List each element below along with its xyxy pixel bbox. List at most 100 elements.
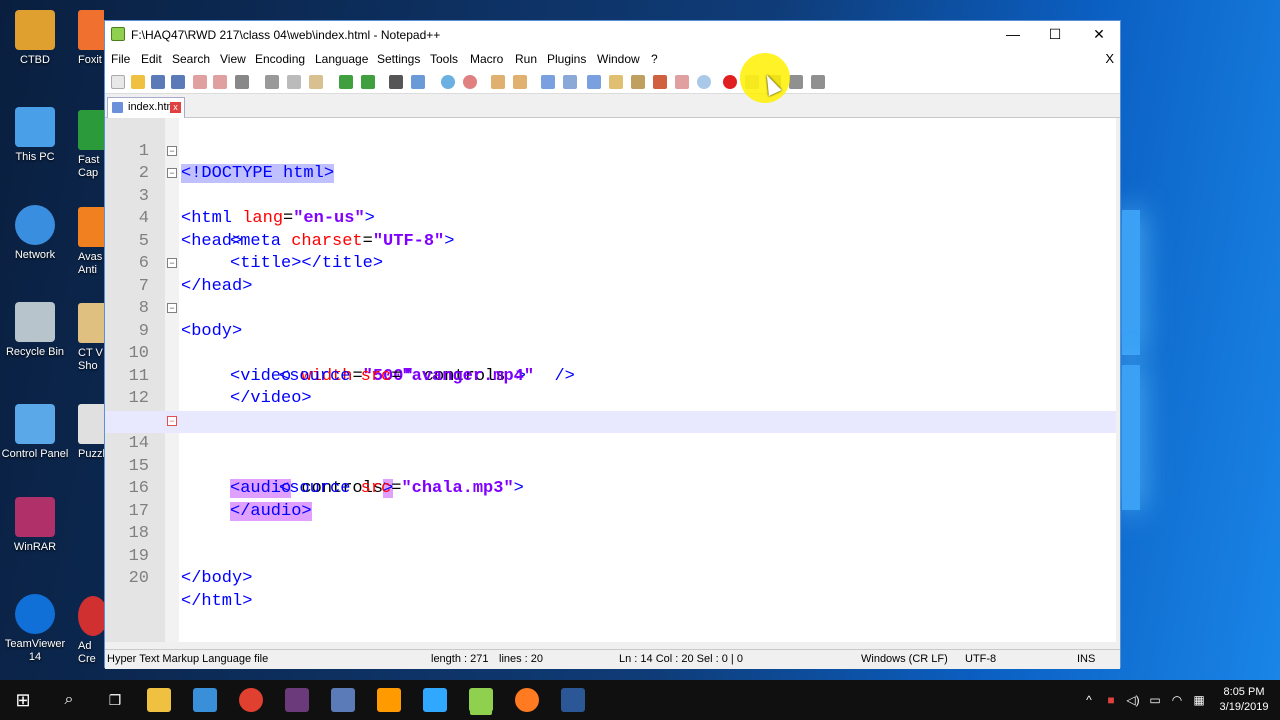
indent-guide-icon[interactable] (587, 75, 601, 89)
minimize-button[interactable]: — (991, 21, 1035, 48)
system-clock[interactable]: 8:05 PM 3/19/2019 (1214, 685, 1274, 715)
code-line-current[interactable]: 14 − <audio controls> (105, 410, 1116, 498)
open-file-icon[interactable] (131, 75, 145, 89)
code-line[interactable]: 4 <meta charset="UTF-8"> (105, 186, 1116, 251)
code-line[interactable]: 19 </body> (105, 523, 1116, 589)
word-icon[interactable] (561, 688, 585, 712)
menu-encoding[interactable]: Encoding (255, 52, 305, 66)
code-line[interactable]: 17 (105, 478, 1116, 521)
copy-icon[interactable] (287, 75, 301, 89)
tab-close-icon[interactable]: x (170, 102, 181, 113)
code-line[interactable]: 12 (105, 366, 1116, 408)
new-file-icon[interactable] (111, 75, 125, 89)
menu-edit[interactable]: Edit (141, 52, 162, 66)
maximize-button[interactable]: ☐ (1033, 21, 1077, 48)
menu-settings[interactable]: Settings (377, 52, 420, 66)
task-view-icon[interactable]: ❐ (100, 680, 130, 720)
zoom-out-icon[interactable] (463, 75, 477, 89)
code-line[interactable]: 5 <title></title> (105, 208, 1116, 274)
desktop-icon-teamviewer[interactable]: TeamViewer 14 (0, 594, 70, 664)
code-line[interactable]: 18 (105, 501, 1116, 543)
word-wrap-icon[interactable] (541, 75, 555, 89)
find-icon[interactable] (389, 75, 403, 89)
desktop-icon-control-panel[interactable]: Control Panel (0, 404, 70, 461)
fold-minus-icon[interactable]: − (167, 145, 177, 156)
fold-minus-icon[interactable]: − (167, 258, 177, 268)
run-macro-multiple-icon[interactable] (789, 75, 803, 89)
code-line[interactable]: 6 </head> (105, 231, 1116, 296)
sync-horizontal-icon[interactable] (513, 75, 527, 89)
code-editor[interactable]: 1 <!DOCTYPE html> 2 − <html lang="en-us"… (105, 118, 1116, 642)
code-line[interactable]: 7 − <body> (105, 253, 1116, 341)
menu-view[interactable]: View (220, 52, 246, 66)
desktop-icon-adobe-cc[interactable]: Ad Cre (78, 596, 104, 666)
menu-file[interactable]: File (111, 52, 130, 66)
monitoring-icon[interactable] (697, 75, 711, 89)
file-explorer-icon[interactable] (147, 688, 171, 712)
code-line[interactable]: 9 − <video width="500" controls > (105, 298, 1116, 386)
replace-icon[interactable] (411, 75, 425, 89)
code-line[interactable]: 16 </audio> (105, 456, 1116, 521)
paste-icon[interactable] (309, 75, 323, 89)
code-line[interactable]: 20 </html> (105, 546, 1116, 611)
desktop-icon-winrar[interactable]: WinRAR (0, 497, 70, 554)
desktop-icon-fastcap[interactable]: Fast Cap (78, 110, 104, 180)
fold-minus-icon[interactable]: − (167, 303, 177, 313)
fold-minus-icon[interactable]: − (167, 168, 177, 178)
photoshop-icon[interactable] (423, 688, 447, 712)
desktop-icon-avast[interactable]: Avas Anti (78, 207, 104, 277)
menu-language[interactable]: Language (315, 52, 368, 66)
desktop-icon-network[interactable]: Network (0, 205, 70, 262)
show-all-characters-icon[interactable] (563, 75, 577, 89)
chevron-up-icon[interactable]: ^ (1080, 680, 1098, 720)
code-line[interactable]: 1 <!DOCTYPE html> (105, 118, 1116, 183)
document-map-icon[interactable] (631, 75, 645, 89)
close-all-icon[interactable] (213, 75, 227, 89)
save-macro-icon[interactable] (811, 75, 825, 89)
record-macro-icon[interactable] (723, 75, 737, 89)
slack-icon[interactable] (285, 688, 309, 712)
menu-macro[interactable]: Macro (470, 52, 503, 66)
floppy-icon[interactable] (331, 688, 355, 712)
menu-run[interactable]: Run (515, 52, 537, 66)
sync-vertical-icon[interactable] (491, 75, 505, 89)
illustrator-icon[interactable] (377, 688, 401, 712)
close-document-button[interactable]: X (1105, 51, 1114, 66)
menu-tools[interactable]: Tools (430, 52, 458, 66)
close-button[interactable]: ✕ (1077, 21, 1121, 48)
menu-search[interactable]: Search (172, 52, 210, 66)
menu-window[interactable]: Window (597, 52, 640, 66)
antivirus-icon[interactable]: ■ (1102, 680, 1120, 720)
print-icon[interactable] (235, 75, 249, 89)
desktop-icon-puzzle[interactable]: Puzzl (78, 404, 104, 461)
zoom-in-icon[interactable] (441, 75, 455, 89)
folder-workspace-icon[interactable] (675, 75, 689, 89)
menu-plugins[interactable]: Plugins (547, 52, 586, 66)
chrome-icon[interactable] (239, 688, 263, 712)
code-line[interactable]: 3 − <head> (105, 163, 1116, 251)
function-list-icon[interactable] (653, 75, 667, 89)
battery-icon[interactable]: ▭ (1146, 680, 1164, 720)
fold-minus-icon[interactable]: − (167, 415, 177, 426)
desktop-icon-ctbd[interactable]: CTBD (0, 10, 70, 67)
tab-index-html[interactable]: index.html x (107, 97, 185, 118)
volume-icon[interactable]: ◁) (1124, 680, 1142, 720)
define-language-icon[interactable] (609, 75, 623, 89)
code-line[interactable]: 2 − <html lang="en-us"> (105, 141, 1116, 228)
save-icon[interactable] (151, 75, 165, 89)
code-line[interactable]: 8 (105, 276, 1116, 318)
code-line[interactable]: 10 <source src="avanger.mp4" /> (105, 321, 1116, 386)
save-all-icon[interactable] (171, 75, 185, 89)
redo-icon[interactable] (361, 75, 375, 89)
desktop-icon-ct-show[interactable]: CT V Sho (78, 303, 104, 373)
keyboard-icon[interactable]: ▦ (1190, 680, 1208, 720)
code-line[interactable]: 15 <source src="chala.mp3"> (105, 433, 1116, 499)
desktop-icon-this-pc[interactable]: This PC (0, 107, 70, 164)
start-button[interactable]: ⊞ (8, 680, 38, 720)
code-line[interactable]: 11 </video> (105, 343, 1116, 409)
code-line[interactable]: 13 (105, 388, 1116, 431)
wifi-icon[interactable]: ◠ (1168, 680, 1186, 720)
store-icon[interactable] (193, 688, 217, 712)
firefox-icon[interactable] (515, 688, 539, 712)
close-icon[interactable] (193, 75, 207, 89)
